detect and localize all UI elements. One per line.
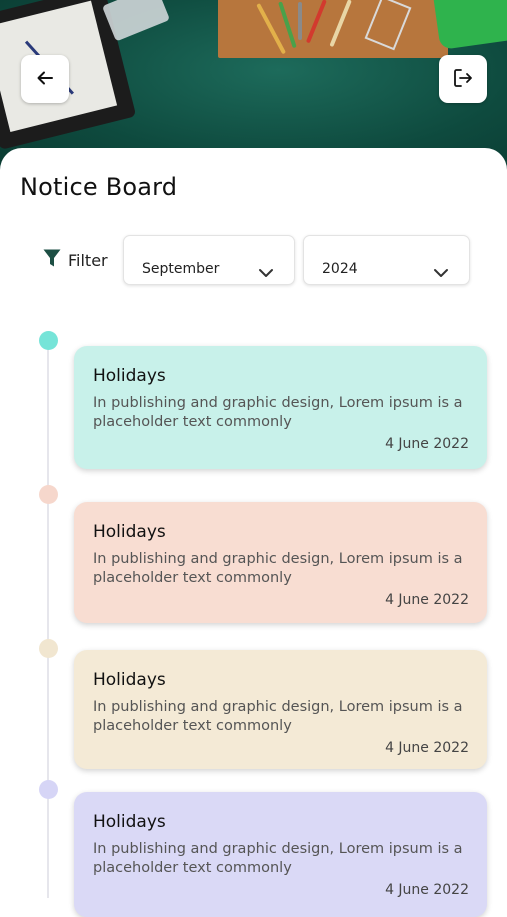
filter-label: Filter [68, 250, 108, 270]
notice-title: Holidays [93, 812, 166, 832]
notice-card[interactable]: Holidays In publishing and graphic desig… [74, 650, 487, 769]
notice-body: In publishing and graphic design, Lorem … [93, 841, 463, 876]
notice-title: Holidays [93, 366, 166, 386]
notice-title: Holidays [93, 670, 166, 690]
notice-card[interactable]: Holidays In publishing and graphic desig… [74, 502, 487, 623]
notice-body: In publishing and graphic design, Lorem … [93, 551, 463, 586]
notice-date: 4 June 2022 [385, 436, 469, 452]
year-select[interactable]: 2024 [303, 235, 470, 285]
page-title: Notice Board [20, 173, 178, 201]
funnel-icon [42, 248, 62, 272]
year-select-value: 2024 [322, 261, 358, 277]
timeline-dot [39, 331, 58, 350]
notice-card[interactable]: Holidays In publishing and graphic desig… [74, 792, 487, 917]
timeline-line [47, 338, 49, 898]
notice-body: In publishing and graphic design, Lorem … [93, 699, 463, 734]
back-button[interactable] [21, 55, 69, 103]
arrow-left-icon [35, 68, 55, 91]
logout-button[interactable] [439, 55, 487, 103]
chevron-down-icon [433, 263, 449, 282]
cup-decoration [432, 0, 507, 50]
notice-card[interactable]: Holidays In publishing and graphic desig… [74, 346, 487, 469]
pen-decoration [298, 2, 302, 40]
logout-icon [451, 66, 475, 93]
notice-date: 4 June 2022 [385, 882, 469, 898]
chevron-down-icon [258, 263, 274, 282]
timeline-dot [39, 639, 58, 658]
timeline-dot [39, 485, 58, 504]
filter-label-group: Filter [42, 248, 108, 272]
month-select-value: September [142, 261, 220, 277]
notice-date: 4 June 2022 [385, 740, 469, 756]
month-select[interactable]: September [123, 235, 295, 285]
timeline-dot [39, 780, 58, 799]
notice-body: In publishing and graphic design, Lorem … [93, 395, 463, 430]
notice-date: 4 June 2022 [385, 592, 469, 608]
content-sheet: Notice Board Filter September 2024 Holid… [0, 148, 507, 917]
notice-title: Holidays [93, 522, 166, 542]
wooden-tray-decoration [218, 0, 448, 58]
